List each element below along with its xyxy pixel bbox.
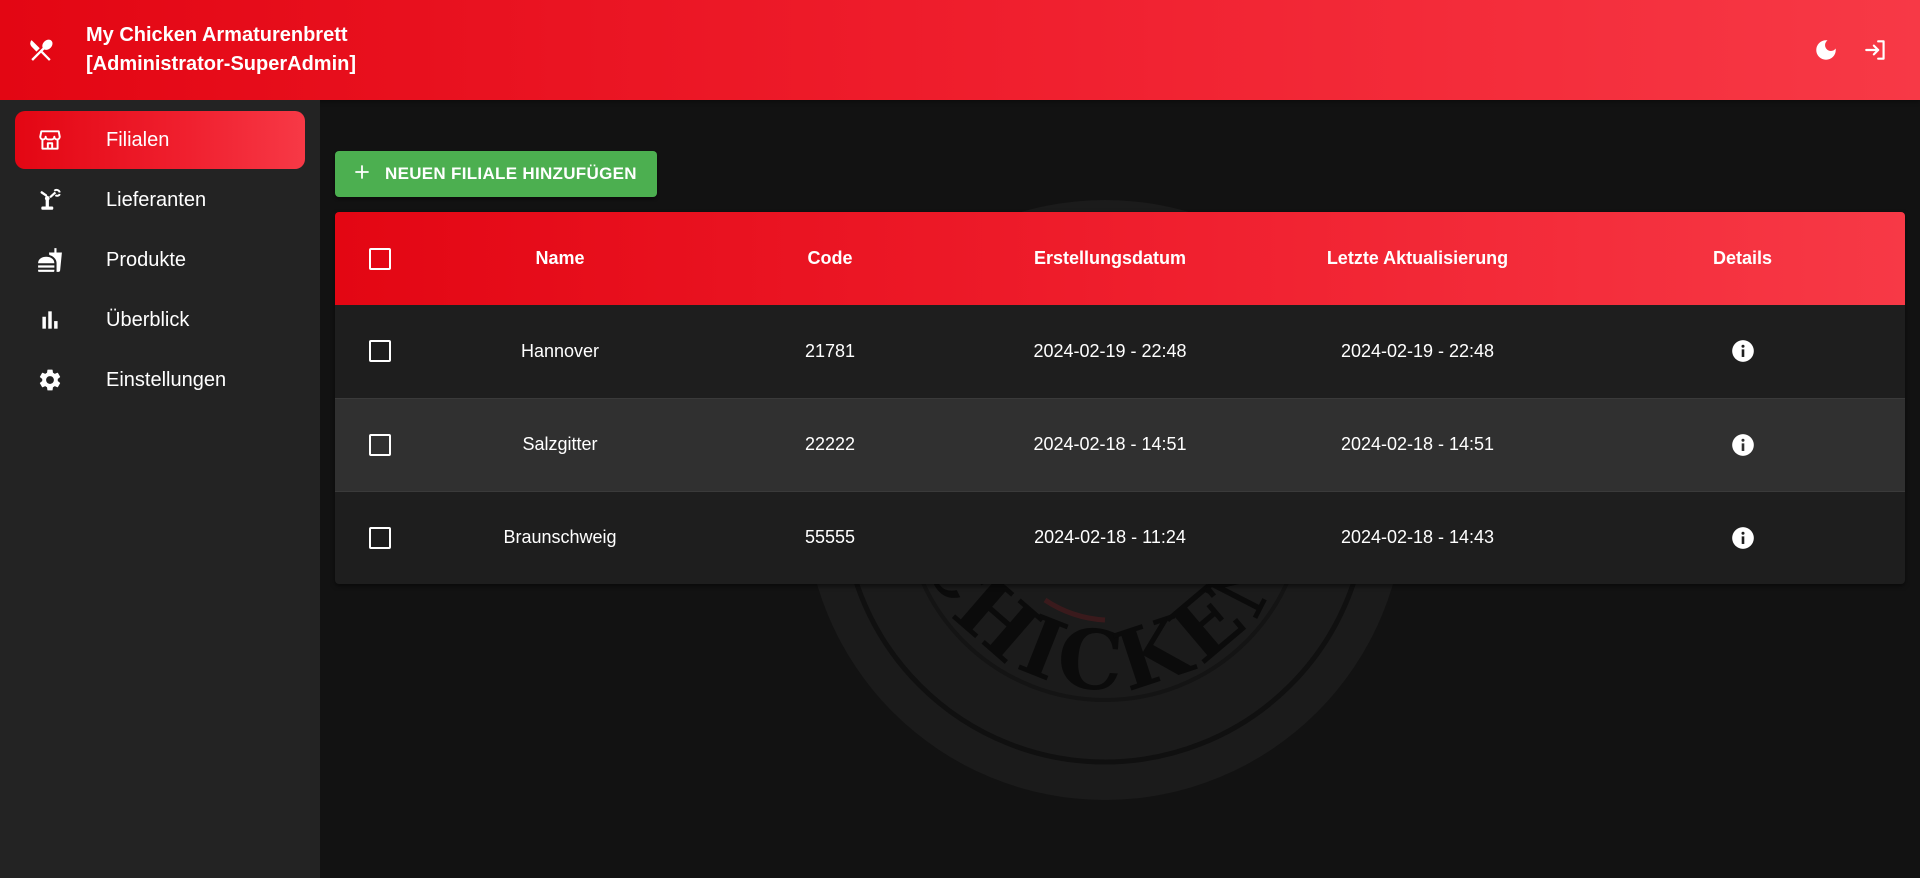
add-branch-label: NEUEN FILIALE HINZUFÜGEN (385, 164, 637, 183)
store-icon (36, 126, 64, 154)
table-row[interactable]: Braunschweig 55555 2024-02-18 - 11:24 20… (335, 491, 1905, 584)
add-branch-button[interactable]: NEUEN FILIALE HINZUFÜGEN (335, 151, 657, 197)
branches-table: Name Code Erstellungsdatum Letzte Aktual… (335, 212, 1905, 584)
column-header-code[interactable]: Code (695, 212, 965, 305)
moon-icon[interactable] (1812, 36, 1840, 64)
info-icon[interactable] (1730, 338, 1756, 364)
updated-date: 2024-02-19 - 22:48 (1340, 340, 1495, 361)
row-checkbox[interactable] (369, 433, 391, 456)
branch-name: Braunschweig (503, 527, 617, 548)
branch-code: 55555 (804, 527, 856, 548)
row-checkbox[interactable] (369, 340, 391, 363)
sidebar-item-einstellungen[interactable]: Einstellungen (15, 351, 305, 409)
table-row[interactable]: Salzgitter 22222 2024-02-18 - 14:51 2024… (335, 398, 1905, 491)
app-title-block: My Chicken Armaturenbrett [Administrator… (86, 21, 356, 79)
app-title: My Chicken Armaturenbrett (86, 24, 348, 46)
branch-name: Salzgitter (522, 434, 598, 454)
info-icon[interactable] (1730, 525, 1756, 551)
row-select-cell (335, 398, 425, 491)
gear-icon (36, 366, 64, 394)
column-header-updated[interactable]: Letzte Aktualisierung (1255, 212, 1580, 305)
created-date: 2024-02-19 - 22:48 (1033, 340, 1187, 361)
details-cell (1580, 491, 1905, 584)
select-all-checkbox[interactable] (369, 247, 391, 270)
row-select-cell (335, 491, 425, 584)
branch-code: 21781 (804, 340, 856, 361)
cutlery-icon[interactable] (26, 35, 56, 65)
app-bar: My Chicken Armaturenbrett [Administrator… (0, 0, 1920, 100)
created-date: 2024-02-18 - 14:51 (1033, 434, 1187, 454)
fastfood-icon (36, 246, 64, 274)
column-header-name[interactable]: Name (425, 212, 695, 305)
row-select-cell (335, 305, 425, 398)
bar-chart-icon (36, 306, 64, 334)
select-all-cell (335, 212, 425, 305)
user-role-label: [Administrator-SuperAdmin] (86, 53, 356, 75)
table-row[interactable]: Hannover 21781 2024-02-19 - 22:48 2024-0… (335, 305, 1905, 398)
branch-code: 22222 (804, 434, 856, 454)
sidebar-item-label: Filialen (106, 128, 170, 151)
sidebar-item-label: Einstellungen (106, 368, 227, 391)
sidebar-item-ueberblick[interactable]: Überblick (15, 291, 305, 349)
info-icon[interactable] (1730, 432, 1756, 458)
details-cell (1580, 305, 1905, 398)
sidebar-item-label: Überblick (106, 308, 190, 331)
main-content: CHICKEN NEUEN FILIALE HINZUFÜGEN Name Co… (320, 100, 1920, 878)
updated-date: 2024-02-18 - 14:51 (1340, 434, 1495, 454)
row-checkbox[interactable] (369, 526, 391, 549)
column-header-created[interactable]: Erstellungsdatum (965, 212, 1255, 305)
details-cell (1580, 398, 1905, 491)
logout-icon[interactable] (1862, 36, 1890, 64)
table-header-row: Name Code Erstellungsdatum Letzte Aktual… (335, 212, 1905, 305)
sidebar-item-label: Produkte (106, 248, 187, 271)
sidebar-item-filialen[interactable]: Filialen (15, 111, 305, 169)
plus-icon (353, 163, 371, 186)
branch-name: Hannover (520, 340, 600, 361)
updated-date: 2024-02-18 - 14:43 (1340, 527, 1495, 548)
sidebar: Filialen Lieferanten Produkte Überblick … (0, 100, 320, 878)
sidebar-item-label: Lieferanten (106, 188, 207, 211)
column-header-details: Details (1712, 248, 1773, 268)
sidebar-item-lieferanten[interactable]: Lieferanten (15, 171, 305, 229)
supplier-icon (36, 186, 64, 214)
created-date: 2024-02-18 - 11:24 (1034, 527, 1186, 548)
sidebar-item-produkte[interactable]: Produkte (15, 231, 305, 289)
